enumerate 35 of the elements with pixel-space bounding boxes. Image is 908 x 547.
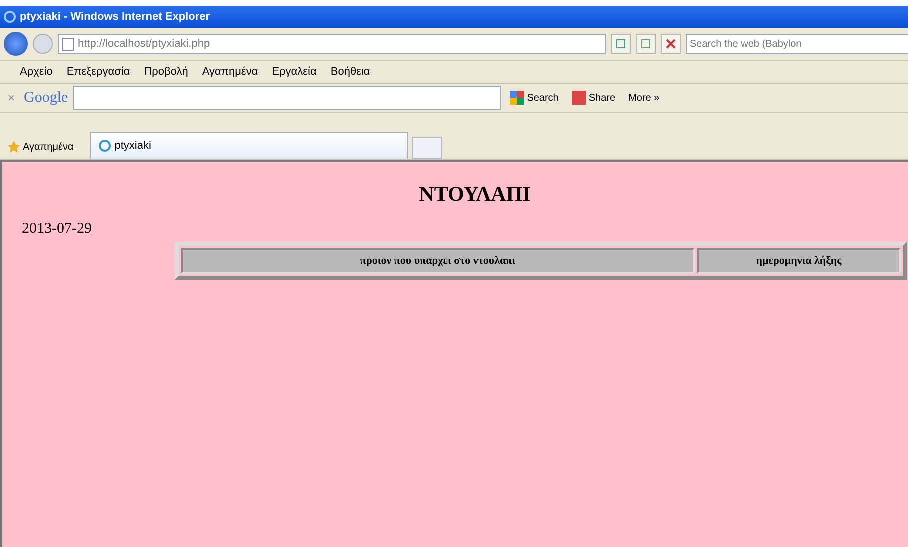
refresh-button[interactable] xyxy=(611,34,631,54)
new-tab-button[interactable] xyxy=(412,137,442,159)
more-button[interactable]: More » xyxy=(624,92,664,104)
stop-button[interactable] xyxy=(661,34,681,54)
page-icon xyxy=(62,38,74,50)
menu-item[interactable]: Αγαπημένα xyxy=(202,66,258,78)
date-text: 2013-07-29 xyxy=(22,221,92,238)
menu-item[interactable]: Επεξεργασία xyxy=(66,66,130,78)
back-button[interactable] xyxy=(4,32,28,56)
google-logo: Google xyxy=(24,90,68,106)
page-heading: ΝΤΟΥΛΑΠΙ xyxy=(418,181,532,207)
menu-item[interactable]: Αρχείο xyxy=(20,66,53,78)
search-button[interactable]: Search xyxy=(506,91,563,105)
window-title: ptyxiaki - Windows Internet Explorer xyxy=(20,11,210,23)
search-field[interactable]: Search the web (Babylon xyxy=(686,34,908,54)
menu-item[interactable]: Εργαλεία xyxy=(272,66,317,78)
tiles-icon xyxy=(510,91,524,105)
toolbar-search-field[interactable] xyxy=(73,86,502,110)
menu-item[interactable]: Βοήθεια xyxy=(330,66,370,78)
cross-icon xyxy=(666,39,676,49)
browser-icon xyxy=(4,11,16,23)
menu-item[interactable]: Προβολή xyxy=(144,66,188,78)
forward-button[interactable] xyxy=(33,34,53,54)
square-icon xyxy=(641,39,651,49)
share-icon xyxy=(572,91,586,105)
go-button[interactable] xyxy=(636,34,656,54)
browser-icon xyxy=(98,140,111,152)
browser-tab[interactable]: ptyxiaki xyxy=(90,132,408,159)
address-field[interactable]: http://localhost/ptyxiaki.php xyxy=(58,34,606,54)
square-icon xyxy=(616,39,626,49)
star-icon xyxy=(8,141,20,153)
column-header: προιον που υπαρχει στο ντουλαπι xyxy=(181,248,695,274)
column-header: ημερομηνια λήξης xyxy=(697,248,901,274)
share-button[interactable]: Share xyxy=(568,91,620,105)
favorites-button[interactable]: Αγαπημένα xyxy=(4,135,78,159)
